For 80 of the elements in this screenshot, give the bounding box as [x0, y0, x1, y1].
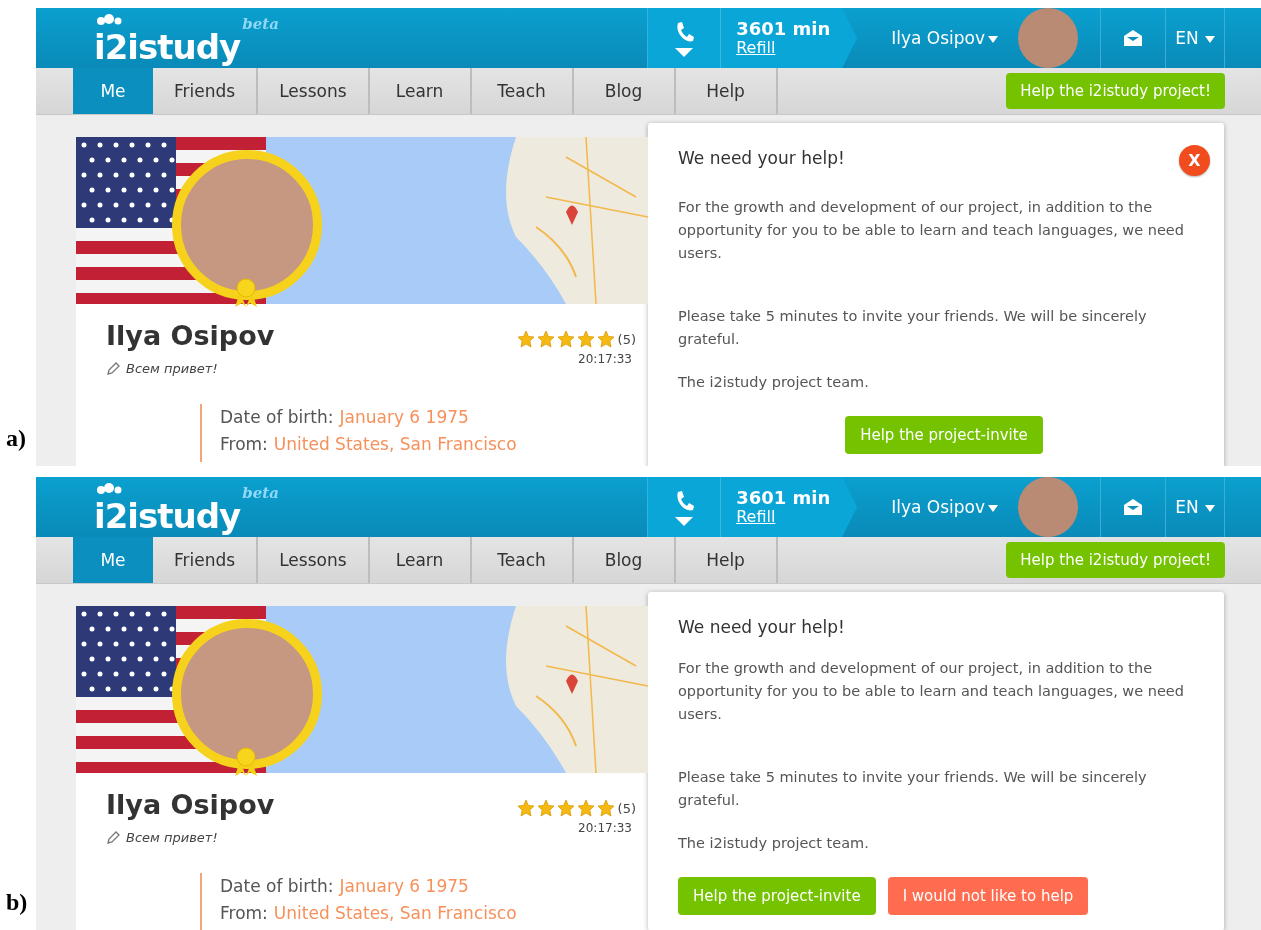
- nav-tab[interactable]: Blog: [573, 68, 676, 114]
- caret-down-icon: [988, 504, 998, 512]
- nav-tab[interactable]: Teach: [471, 68, 574, 114]
- user-menu[interactable]: Ilya Osipov: [891, 28, 998, 48]
- detail-label: From:: [220, 903, 268, 923]
- detail-label: Date of birth:: [220, 876, 334, 896]
- dialog-text: For the growth and development of our project, in addition to the opportunity for you to be able to learn and teach languages, we need users.: [678, 659, 1185, 724]
- dialog-text: The i2istudy project team.: [678, 834, 870, 853]
- panel-label: a): [6, 425, 26, 452]
- award-ribbon-icon: [232, 747, 260, 777]
- profile-name: Ilya Osipov: [106, 789, 275, 820]
- detail-label: From:: [220, 434, 268, 454]
- detail-value: January 6 1975: [339, 876, 469, 896]
- status-message: Всем привет!: [126, 830, 218, 845]
- nav-tab[interactable]: Lessons: [258, 68, 370, 114]
- dialog-title: We need your help!: [678, 148, 845, 168]
- minutes-balance: 3601 min: [736, 488, 831, 508]
- star-icon: [576, 330, 595, 348]
- caret-down-icon: [1204, 35, 1215, 43]
- caret-down-icon: [988, 35, 998, 43]
- rating-count: (5): [617, 331, 636, 347]
- envelope-icon[interactable]: [1122, 498, 1144, 516]
- star-icon: [596, 799, 615, 817]
- user-menu[interactable]: Ilya Osipov: [891, 497, 998, 517]
- star-icon: [536, 330, 555, 348]
- refill-link[interactable]: Refill: [736, 508, 776, 526]
- invite-button[interactable]: Help the project-invite: [678, 877, 876, 915]
- local-time: 20:17:33: [578, 352, 632, 366]
- logo-text[interactable]: i2istudy: [94, 498, 241, 534]
- nav-tab[interactable]: Friends: [153, 537, 259, 583]
- nav-tab[interactable]: Me: [73, 537, 153, 583]
- star-icon: [556, 330, 575, 348]
- rating-count: (5): [617, 800, 636, 816]
- beta-tag: beta: [242, 15, 279, 33]
- dialog-text: The i2istudy project team.: [678, 373, 870, 392]
- logo-bubbles-icon: [96, 482, 122, 496]
- minutes-balance: 3601 min: [736, 19, 831, 39]
- profile-name: Ilya Osipov: [106, 320, 275, 351]
- detail-value: United States, San Francisco: [273, 903, 517, 923]
- star-icon: [516, 330, 535, 348]
- beta-tag: beta: [242, 484, 279, 502]
- star-icon: [576, 799, 595, 817]
- caret-down-icon: [1204, 504, 1215, 512]
- dialog-text: Please take 5 minutes to invite your friends. We will be sincerely grateful.: [678, 768, 1148, 810]
- pencil-icon: [106, 830, 120, 845]
- help-project-button[interactable]: Help the i2istudy project!: [1006, 73, 1225, 109]
- detail-value: January 6 1975: [339, 407, 469, 427]
- caret-down-icon: [675, 47, 694, 57]
- star-icon: [536, 799, 555, 817]
- detail-value: United States, San Francisco: [273, 434, 517, 454]
- status-message: Всем привет!: [126, 361, 218, 376]
- nav-tab[interactable]: Me: [73, 68, 153, 114]
- dialog-title: We need your help!: [678, 617, 845, 637]
- nav-tab[interactable]: Friends: [153, 68, 259, 114]
- logo-bubbles-icon: [96, 13, 122, 27]
- decline-button[interactable]: I would not like to help: [887, 877, 1089, 915]
- invite-button[interactable]: Help the project-invite: [845, 416, 1043, 454]
- refill-link[interactable]: Refill: [736, 39, 776, 57]
- help-project-button[interactable]: Help the i2istudy project!: [1006, 542, 1225, 578]
- star-icon: [516, 799, 535, 817]
- nav-tab[interactable]: Lessons: [258, 537, 370, 583]
- caret-down-icon: [675, 516, 694, 526]
- award-ribbon-icon: [232, 278, 260, 308]
- close-button[interactable]: X: [1179, 145, 1210, 176]
- star-icon: [596, 330, 615, 348]
- star-icon: [556, 799, 575, 817]
- nav-tab[interactable]: Blog: [573, 537, 676, 583]
- local-time: 20:17:33: [578, 821, 632, 835]
- logo-text[interactable]: i2istudy: [94, 29, 241, 65]
- dialog-text: Please take 5 minutes to invite your friends. We will be sincerely grateful.: [678, 307, 1148, 349]
- panel-label: b): [6, 889, 28, 916]
- nav-tab[interactable]: Help: [675, 68, 778, 114]
- pencil-icon: [106, 361, 120, 376]
- nav-tab[interactable]: Help: [675, 537, 778, 583]
- detail-label: Date of birth:: [220, 407, 334, 427]
- nav-tab[interactable]: Learn: [369, 537, 472, 583]
- envelope-icon[interactable]: [1122, 29, 1144, 47]
- nav-tab[interactable]: Teach: [471, 537, 574, 583]
- nav-tab[interactable]: Learn: [369, 68, 472, 114]
- dialog-text: For the growth and development of our project, in addition to the opportunity for you to be able to learn and teach languages, we need users.: [678, 198, 1185, 263]
